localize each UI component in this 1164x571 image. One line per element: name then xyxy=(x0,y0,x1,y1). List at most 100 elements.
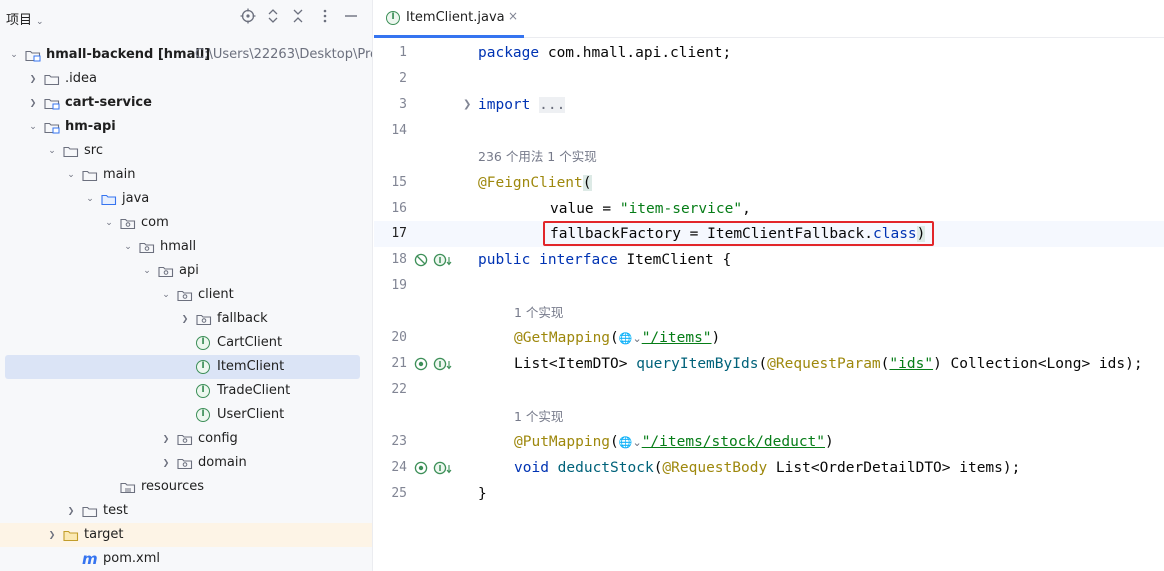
target-icon[interactable] xyxy=(238,8,258,28)
chevron-down-icon[interactable]: ⌄ xyxy=(46,139,58,163)
expand-all-icon[interactable] xyxy=(263,8,283,28)
no-bean-icon[interactable] xyxy=(414,253,428,267)
code-line-2[interactable]: 2 xyxy=(374,66,1164,92)
chevron-down-icon[interactable]: ⌄ xyxy=(141,259,153,283)
tree-item-resources[interactable]: resources xyxy=(0,475,372,499)
tree-item-tradeclient[interactable]: I TradeClient xyxy=(0,379,372,403)
chevron-right-icon[interactable]: ❯ xyxy=(46,523,58,547)
chevron-down-icon[interactable]: ⌄ xyxy=(8,43,20,67)
chevron-down-icon[interactable]: ⌄ xyxy=(160,283,172,307)
line-number: 14 xyxy=(391,123,407,138)
tree-item-userclient[interactable]: I UserClient xyxy=(0,403,372,427)
code-line-20[interactable]: 20 @GetMapping(🌐⌄"/items") xyxy=(374,325,1164,351)
tree-item-config[interactable]: ❯ config xyxy=(0,427,372,451)
tree-item-label: target xyxy=(84,527,124,542)
tree-item-cart-service[interactable]: ❯ cart-service xyxy=(0,91,372,115)
code-line-18[interactable]: 18 public interface ItemClient { xyxy=(374,247,1164,273)
implementations-hint[interactable]: 1 个实现 xyxy=(514,404,563,430)
close-icon[interactable]: × xyxy=(508,9,518,23)
code-line-21[interactable]: 21 List<ItemDTO> queryItemByIds(@Request… xyxy=(374,351,1164,377)
interface-icon: I xyxy=(196,408,210,422)
code-line-24[interactable]: 24 void deductStock(@RequestBody List<Or… xyxy=(374,455,1164,481)
globe-icon[interactable]: 🌐⌄ xyxy=(619,332,642,345)
chevron-right-icon[interactable]: ❯ xyxy=(160,451,172,475)
line-number: 18 xyxy=(391,252,407,267)
chevron-right-icon[interactable]: ❯ xyxy=(27,91,39,115)
code-line-15[interactable]: 15 @FeignClient( xyxy=(374,170,1164,196)
tree-item-label: test xyxy=(103,503,128,518)
endpoint-icon[interactable] xyxy=(414,357,428,371)
code-text: @PutMapping(🌐⌄"/items/stock/deduct") xyxy=(514,434,834,450)
folder-icon xyxy=(101,194,117,206)
minimize-icon[interactable] xyxy=(341,8,361,28)
chevron-down-icon[interactable]: ⌄ xyxy=(84,187,96,211)
tree-item-src[interactable]: ⌄ src xyxy=(0,139,372,163)
collapse-all-icon[interactable] xyxy=(288,8,308,28)
folder-icon xyxy=(63,146,79,158)
tree-item-client[interactable]: ⌄ client xyxy=(0,283,372,307)
code-line-19[interactable]: 19 xyxy=(374,273,1164,299)
tree-item-pom-xml[interactable]: m pom.xml xyxy=(0,547,372,571)
tree-item-com[interactable]: ⌄ com xyxy=(0,211,372,235)
implemented-method-icon[interactable] xyxy=(433,461,453,475)
code-line-23[interactable]: 23 @PutMapping(🌐⌄"/items/stock/deduct") xyxy=(374,429,1164,455)
tree-item-itemclient[interactable]: I ItemClient xyxy=(5,355,360,379)
code-line-16[interactable]: 16 value = "item-service", xyxy=(374,196,1164,222)
usages-hint[interactable]: 236 个用法 1 个实现 xyxy=(478,144,597,170)
code-line-14[interactable]: 14 xyxy=(374,118,1164,144)
code-text: value = "item-service", xyxy=(550,201,751,217)
code-text: void deductStock(@RequestBody List<Order… xyxy=(514,460,1021,476)
tree-item-domain[interactable]: ❯ domain xyxy=(0,451,372,475)
chevron-right-icon[interactable]: ❯ xyxy=(160,427,172,451)
fold-expand-icon[interactable]: ❯ xyxy=(463,92,471,118)
implemented-interface-icon[interactable] xyxy=(433,253,453,267)
interface-icon: I xyxy=(386,11,400,25)
project-view-selector[interactable]: 项目 ⌄ xyxy=(6,9,44,28)
code-line-1[interactable]: 1 package com.hmall.api.client; xyxy=(374,40,1164,66)
tree-item-hmall[interactable]: ⌄ hmall xyxy=(0,235,372,259)
tab-label: ItemClient.java xyxy=(406,10,505,25)
line-number: 25 xyxy=(391,486,407,501)
line-number: 22 xyxy=(391,382,407,397)
endpoint-icon[interactable] xyxy=(414,461,428,475)
tab-itemclient-java[interactable]: I ItemClient.java × xyxy=(374,0,524,38)
package-icon xyxy=(196,314,212,326)
chevron-down-icon[interactable]: ⌄ xyxy=(103,211,115,235)
tree-item-test[interactable]: ❯ test xyxy=(0,499,372,523)
implemented-method-icon[interactable] xyxy=(433,357,453,371)
line-number: 2 xyxy=(399,71,407,86)
chevron-down-icon: ⌄ xyxy=(36,17,44,27)
line-number: 21 xyxy=(391,356,407,371)
chevron-down-icon[interactable]: ⌄ xyxy=(65,163,77,187)
code-line-22[interactable]: 22 xyxy=(374,377,1164,403)
chevron-down-icon[interactable]: ⌄ xyxy=(122,235,134,259)
tree-item-hmall-backend-hmall[interactable]: ⌄ hmall-backend [hmall] C:\Users\22263\Des… xyxy=(0,43,372,67)
interface-icon: I xyxy=(196,360,210,374)
tree-item-target[interactable]: ❯ target xyxy=(0,523,372,547)
module-icon xyxy=(44,122,60,134)
tree-item-hm-api[interactable]: ⌄ hm-api xyxy=(0,115,372,139)
tree-item-idea[interactable]: ❯ .idea xyxy=(0,67,372,91)
tree-item-label: com xyxy=(141,215,169,230)
package-icon xyxy=(139,242,155,254)
tree-item-api[interactable]: ⌄ api xyxy=(0,259,372,283)
tree-item-java[interactable]: ⌄ java xyxy=(0,187,372,211)
implementations-hint[interactable]: 1 个实现 xyxy=(514,300,563,326)
tree-item-fallback[interactable]: ❯ fallback xyxy=(0,307,372,331)
tree-item-cartclient[interactable]: I CartClient xyxy=(0,331,372,355)
chevron-right-icon[interactable]: ❯ xyxy=(27,67,39,91)
code-line-3[interactable]: 3 ❯ import ... xyxy=(374,92,1164,118)
globe-icon[interactable]: 🌐⌄ xyxy=(619,436,642,449)
chevron-down-icon[interactable]: ⌄ xyxy=(27,115,39,139)
inlay-hint-row: 1 个实现 xyxy=(374,404,1164,430)
folded-imports[interactable]: ... xyxy=(539,97,566,113)
line-number: 23 xyxy=(391,434,407,449)
module-icon xyxy=(44,98,60,110)
chevron-right-icon[interactable]: ❯ xyxy=(65,499,77,523)
tree-item-main[interactable]: ⌄ main xyxy=(0,163,372,187)
code-line-25[interactable]: 25 } xyxy=(374,481,1164,507)
chevron-right-icon[interactable]: ❯ xyxy=(179,307,191,331)
more-vertical-icon[interactable] xyxy=(315,8,335,28)
folder-icon xyxy=(120,482,136,494)
tree-item-label: domain xyxy=(198,455,247,470)
